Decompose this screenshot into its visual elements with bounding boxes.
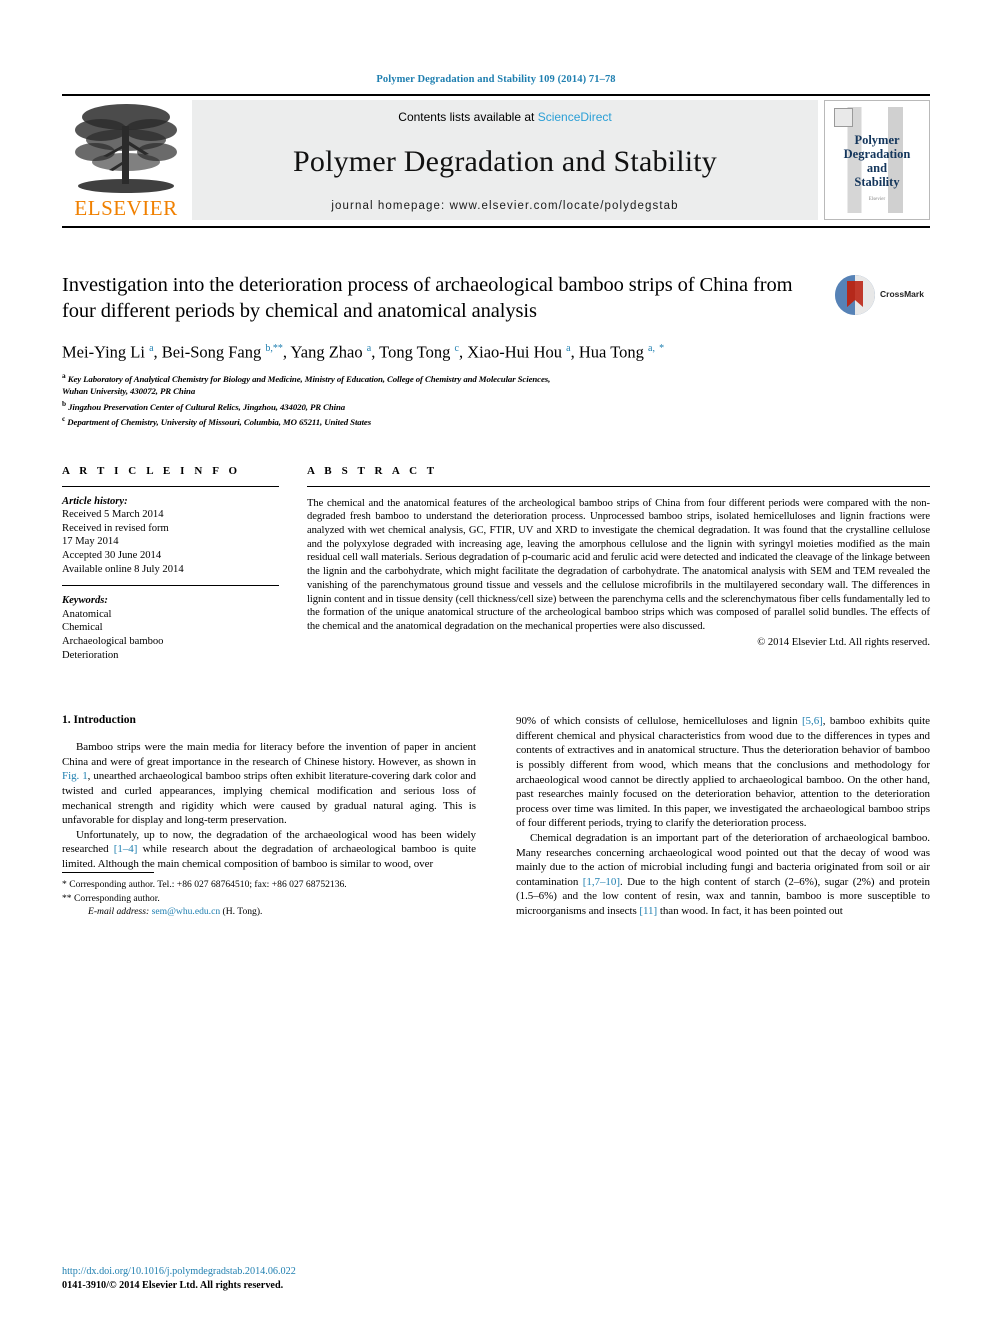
crossmark-icon <box>835 275 875 315</box>
cover-title-line-2: Degradation <box>843 147 911 161</box>
masthead-bottom-rule <box>62 226 930 228</box>
intro-paragraph-3: 90% of which consists of cellulose, hemi… <box>516 715 930 830</box>
email-suffix: (H. Tong). <box>220 906 263 918</box>
affiliation-c-text: Department of Chemistry, University of M… <box>67 417 372 428</box>
affiliation-mark-a: a <box>62 370 66 380</box>
email-link[interactable]: sem@whu.edu.cn <box>152 906 221 917</box>
keywords-block: Keywords: Anatomical Chemical Archaeolog… <box>62 594 279 662</box>
contents-prefix: Contents lists available at <box>398 110 538 124</box>
citation-link[interactable]: Fig. 1 <box>62 770 88 782</box>
affiliation-a-text: Key Laboratory of Analytical Chemistry f… <box>67 373 551 384</box>
elsevier-logo: ELSEVIER <box>62 96 190 226</box>
keywords-rule <box>62 585 279 587</box>
elsevier-tree-icon <box>75 104 177 193</box>
intro-paragraph-1: Bamboo strips were the main media for li… <box>62 741 476 827</box>
contents-line: Contents lists available at ScienceDirec… <box>398 110 611 124</box>
cover-title-line-1: Polymer <box>854 133 900 147</box>
abstract-text: The chemical and the anatomical features… <box>307 497 930 632</box>
affiliation-c: c Department of Chemistry, University of… <box>62 413 930 429</box>
crossmark-badge[interactable]: CrossMark <box>834 272 930 322</box>
keywords-label: Keywords: <box>62 595 108 607</box>
article-info-column: A R T I C L E I N F O Article history: R… <box>62 465 307 663</box>
citation-link[interactable]: [1,7–10] <box>583 876 620 888</box>
cover-title: Polymer Degradation and Stability <box>825 133 929 189</box>
citation-link[interactable]: [11] <box>639 905 657 917</box>
title-row: Investigation into the deterioration pro… <box>62 272 930 324</box>
article-history: Article history: Received 5 March 2014 R… <box>62 495 279 577</box>
email-label: E-mail address: <box>88 906 150 918</box>
author-list: Mei-Ying Li a, Bei-Song Fang b,**, Yang … <box>62 342 665 362</box>
footnote-corresponding-2: ** Corresponding author. <box>62 892 160 904</box>
abstract-copyright: © 2014 Elsevier Ltd. All rights reserved… <box>757 636 930 648</box>
elsevier-wordmark: ELSEVIER <box>74 196 178 220</box>
journal-masthead: ELSEVIER Contents lists available at Sci… <box>62 94 930 226</box>
footer-doi-block: http://dx.doi.org/10.1016/j.polymdegrads… <box>62 1265 296 1293</box>
footnotes: * Corresponding author. Tel.: +86 027 68… <box>62 872 476 918</box>
sciencedirect-link[interactable]: ScienceDirect <box>538 110 612 124</box>
article-page: Polymer Degradation and Stability 109 (2… <box>0 0 992 1323</box>
footnote-rule <box>62 872 154 874</box>
body-columns: 1. Introduction Bamboo strips were the m… <box>62 714 930 918</box>
abstract-heading: A B S T R A C T <box>307 464 438 477</box>
cover-title-line-3: and <box>866 161 888 175</box>
cover-title-line-4: Stability <box>854 175 900 189</box>
affiliation-a: a Key Laboratory of Analytical Chemistry… <box>62 370 930 386</box>
journal-cover-thumbnail[interactable]: Polymer Degradation and Stability Elsevi… <box>824 100 930 220</box>
history-item-4: Available online 8 July 2014 <box>62 563 184 575</box>
history-item-0: Received 5 March 2014 <box>62 509 164 521</box>
page-title: Investigation into the deterioration pro… <box>62 274 793 322</box>
affiliation-mark-c: c <box>62 414 66 424</box>
section-heading-introduction: 1. Introduction <box>62 714 136 727</box>
body-column-left: 1. Introduction Bamboo strips were the m… <box>62 714 476 918</box>
intro-paragraph-4: Chemical degradation is an important par… <box>516 831 930 917</box>
crossmark-label: CrossMark <box>880 289 924 299</box>
citation-link[interactable]: [1–4] <box>114 843 138 855</box>
abstract-column: A B S T R A C T The chemical and the ana… <box>307 465 930 663</box>
journal-title: Polymer Degradation and Stability <box>292 145 718 178</box>
footnote-email: E-mail address: sem@whu.edu.cn (H. Tong)… <box>62 905 476 918</box>
doi-link[interactable]: http://dx.doi.org/10.1016/j.polymdegrads… <box>62 1265 296 1279</box>
article-info-heading: A R T I C L E I N F O <box>62 464 241 477</box>
citation-link[interactable]: [5,6] <box>802 715 823 727</box>
history-item-2: 17 May 2014 <box>62 536 119 548</box>
abstract-rule <box>307 485 930 487</box>
history-item-3: Accepted 30 June 2014 <box>62 550 162 562</box>
affiliation-b-text: Jingzhou Preservation Center of Cultural… <box>68 401 346 412</box>
cover-footer: Elsevier <box>868 197 886 202</box>
affiliation-a-text-2: Wuhan University, 430072, PR China <box>62 386 196 397</box>
journal-homepage-link[interactable]: journal homepage: www.elsevier.com/locat… <box>331 200 678 212</box>
keyword-0: Anatomical <box>62 608 112 620</box>
affiliation-b: b Jingzhou Preservation Center of Cultur… <box>62 398 930 414</box>
footnote-corresponding-1: * Corresponding author. Tel.: +86 027 68… <box>62 879 347 891</box>
article-history-label: Article history: <box>62 495 128 507</box>
affiliations: a Key Laboratory of Analytical Chemistry… <box>62 370 930 429</box>
affiliation-a-cont: Wuhan University, 430072, PR China <box>62 385 930 398</box>
history-item-1: Received in revised form <box>62 522 169 534</box>
intro-paragraph-2: Unfortunately, up to now, the degradatio… <box>62 828 476 870</box>
info-abstract-section: A R T I C L E I N F O Article history: R… <box>62 465 930 663</box>
masthead-center: Contents lists available at ScienceDirec… <box>192 100 818 220</box>
affiliation-mark-b: b <box>62 398 66 408</box>
keyword-3: Deterioration <box>62 649 119 661</box>
running-head: Polymer Degradation and Stability 109 (2… <box>376 74 616 85</box>
article-info-rule <box>62 485 279 487</box>
keyword-2: Archaeological bamboo <box>62 635 164 647</box>
issn-copyright: 0141-3910/© 2014 Elsevier Ltd. All right… <box>62 1280 284 1291</box>
cover-elsevier-mark-icon <box>834 108 853 127</box>
keyword-1: Chemical <box>62 622 103 634</box>
body-column-right: 90% of which consists of cellulose, hemi… <box>516 714 930 918</box>
